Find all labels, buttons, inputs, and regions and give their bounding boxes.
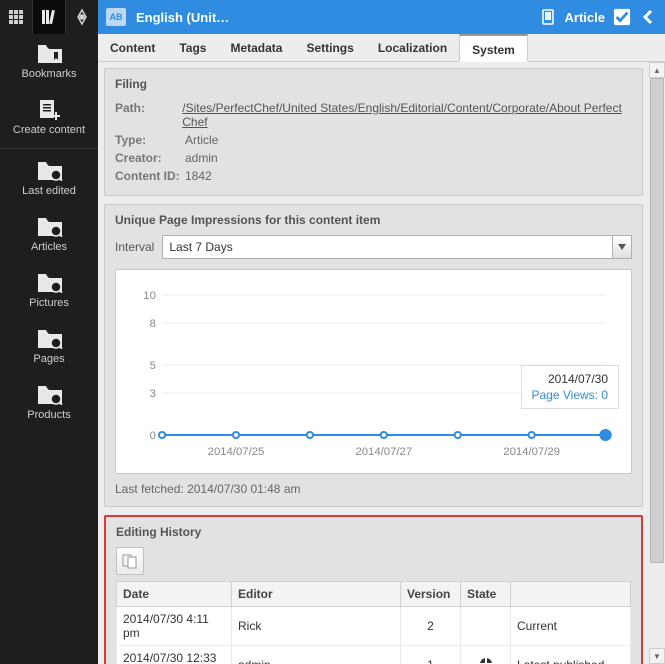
- sidebar-item-label: Articles: [31, 241, 67, 253]
- interval-value[interactable]: Last 7 Days: [162, 235, 612, 259]
- type-label: Type:: [115, 133, 185, 147]
- svg-text:5: 5: [150, 360, 156, 372]
- svg-text:2014/07/27: 2014/07/27: [355, 446, 412, 458]
- scroll-down-icon[interactable]: ▼: [649, 648, 665, 664]
- cell-version: 2: [401, 607, 461, 646]
- path-label: Path:: [115, 101, 182, 129]
- impressions-panel: Unique Page Impressions for this content…: [104, 204, 643, 507]
- col-state-icon[interactable]: State: [461, 582, 511, 607]
- interval-select[interactable]: Last 7 Days: [162, 235, 632, 259]
- create-content-icon: [37, 98, 61, 120]
- sidebar-item-label: Pages: [33, 353, 64, 365]
- tab-metadata[interactable]: Metadata: [218, 34, 294, 61]
- tab-system[interactable]: System: [459, 34, 528, 62]
- cell-date: 2014/07/30 12:33 am: [117, 646, 232, 664]
- approve-check-icon[interactable]: [613, 8, 631, 26]
- impressions-title: Unique Page Impressions for this content…: [115, 213, 632, 227]
- chart-tooltip: 2014/07/30 Page Views: 0: [521, 365, 620, 409]
- filing-contentid-value: 1842: [185, 169, 212, 183]
- sidebar-item-products[interactable]: Products: [0, 375, 98, 431]
- history-table: Date Editor Version State 2014/07/30 4:1…: [116, 581, 631, 664]
- history-title: Editing History: [116, 525, 631, 539]
- sidebar-item-label: Create content: [13, 124, 85, 136]
- filing-path-link[interactable]: /Sites/PerfectChef/United States/English…: [182, 101, 632, 129]
- svg-text:2014/07/25: 2014/07/25: [208, 446, 265, 458]
- cell-state: Current: [511, 607, 631, 646]
- products-folder-icon: [37, 383, 61, 405]
- sidebar-item-articles[interactable]: Articles: [0, 207, 98, 263]
- pages-folder-icon: [37, 327, 61, 349]
- cell-version: 1: [401, 646, 461, 664]
- svg-text:8: 8: [150, 318, 156, 330]
- collapse-chevron-icon[interactable]: [639, 8, 657, 26]
- chevron-down-icon[interactable]: [612, 235, 632, 259]
- col-version[interactable]: Version: [401, 582, 461, 607]
- scrollbar-thumb[interactable]: [650, 78, 664, 563]
- tab-content[interactable]: Content: [98, 34, 167, 61]
- sidebar-item-pages[interactable]: Pages: [0, 319, 98, 375]
- filing-creator-value: admin: [185, 151, 218, 165]
- compare-versions-button[interactable]: [116, 547, 144, 575]
- cell-editor: Rick: [232, 607, 401, 646]
- interval-label: Interval: [115, 240, 154, 254]
- svg-text:0: 0: [150, 430, 156, 442]
- editing-history-panel: Editing History Date Editor Version Stat…: [104, 515, 643, 664]
- tab-tags[interactable]: Tags: [167, 34, 218, 61]
- filing-panel: Filing Path: /Sites/PerfectChef/United S…: [104, 68, 643, 196]
- last-edited-folder-icon: [37, 159, 61, 181]
- device-icon[interactable]: [539, 8, 557, 26]
- tab-settings[interactable]: Settings: [294, 34, 365, 61]
- cell-date: 2014/07/30 4:11 pm: [117, 607, 232, 646]
- filing-type-value: Article: [185, 133, 218, 147]
- sidebar-top-tabs: [0, 0, 98, 34]
- tab-localization[interactable]: Localization: [366, 34, 459, 61]
- scroll-up-icon[interactable]: ▲: [649, 62, 665, 78]
- sidebar-item-label: Last edited: [22, 185, 76, 197]
- col-state-text[interactable]: [511, 582, 631, 607]
- header: AB English (Unit… Article: [98, 0, 665, 34]
- sidebar-item-create-content[interactable]: Create content: [0, 90, 98, 146]
- table-row[interactable]: 2014/07/30 12:33 amadmin1 Latest publishe…: [117, 646, 631, 664]
- sidebar-item-bookmarks[interactable]: Bookmarks: [0, 34, 98, 90]
- pictures-folder-icon: [37, 271, 61, 293]
- creator-label: Creator:: [115, 151, 185, 165]
- svg-text:10: 10: [143, 290, 156, 302]
- tabs: Content Tags Metadata Settings Localizat…: [98, 34, 665, 62]
- document-type-icon: AB: [106, 8, 126, 26]
- library-icon[interactable]: [33, 0, 66, 34]
- cell-editor: admin: [232, 646, 401, 664]
- tooltip-date: 2014/07/30: [532, 372, 609, 386]
- sidebar-item-label: Products: [27, 409, 70, 421]
- header-type-label: Article: [565, 10, 605, 25]
- bookmark-folder-icon: [37, 42, 61, 64]
- sidebar-item-last-edited[interactable]: Last edited: [0, 151, 98, 207]
- svg-text:3: 3: [150, 388, 156, 400]
- filing-title: Filing: [115, 77, 632, 91]
- sidebar-item-label: Bookmarks: [21, 68, 76, 80]
- cell-state-icon: [461, 646, 511, 664]
- vertical-scrollbar[interactable]: ▲ ▼: [649, 62, 665, 664]
- sidebar: Bookmarks Create content Last edited Art…: [0, 0, 98, 664]
- target-icon[interactable]: [66, 0, 98, 34]
- cell-state-icon: [461, 607, 511, 646]
- tooltip-value: Page Views: 0: [532, 388, 609, 402]
- contentid-label: Content ID:: [115, 169, 185, 183]
- articles-folder-icon: [37, 215, 61, 237]
- table-row[interactable]: 2014/07/30 4:11 pmRick2 Current: [117, 607, 631, 646]
- sidebar-item-pictures[interactable]: Pictures: [0, 263, 98, 319]
- col-date[interactable]: Date: [117, 582, 232, 607]
- cell-state: Latest published: [511, 646, 631, 664]
- last-fetched: Last fetched: 2014/07/30 01:48 am: [115, 482, 632, 496]
- impressions-chart: 0 3 5 8 10 2014/07/25 2014/07/27 2014/07/29 201…: [115, 269, 632, 474]
- col-editor[interactable]: Editor: [232, 582, 401, 607]
- apps-icon[interactable]: [0, 0, 33, 34]
- svg-text:2014/07/29: 2014/07/29: [503, 446, 560, 458]
- header-title: English (Unit…: [136, 10, 539, 25]
- sidebar-item-label: Pictures: [29, 297, 69, 309]
